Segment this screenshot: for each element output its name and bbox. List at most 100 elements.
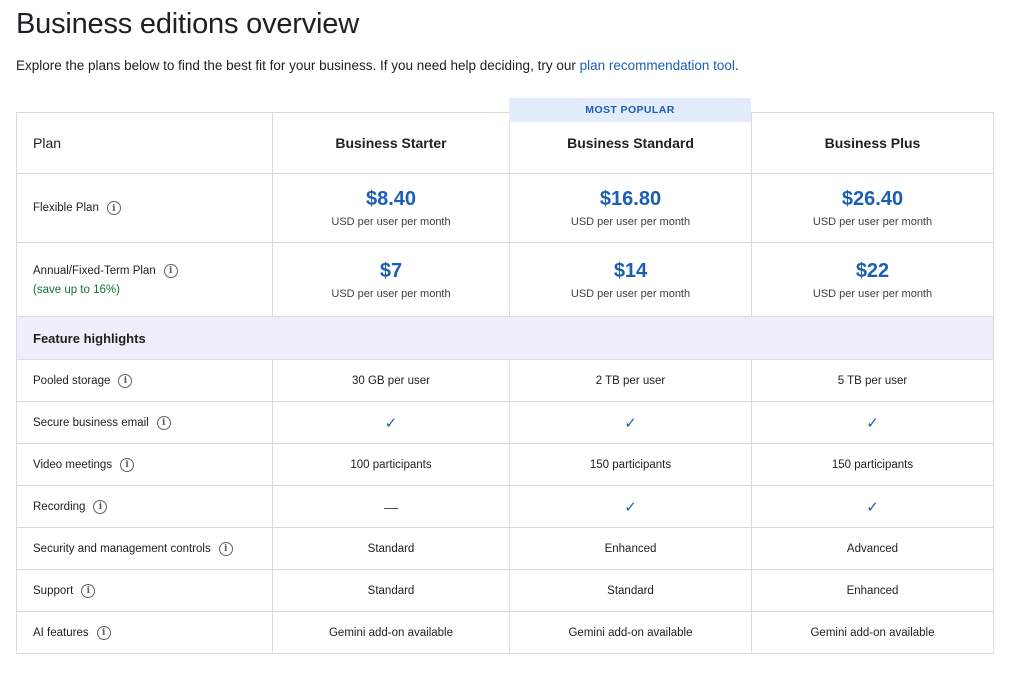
feature-label: Secure business email — [33, 416, 149, 429]
price: $26.40 — [841, 188, 904, 210]
feature-value-starter: Standard — [272, 569, 510, 612]
flexible-plan-row: Flexible Plan i $8.40 USD per user per mon… — [16, 173, 994, 243]
checkmark-icon: ✓ — [384, 414, 398, 432]
info-icon[interactable]: i — [118, 373, 133, 388]
feature-value-standard: Gemini add-on available — [509, 611, 752, 654]
flexible-price-plus: $26.40 USD per user per month — [751, 173, 994, 243]
feature-value: Enhanced — [604, 542, 657, 555]
intro-text: Explore the plans below to find the best… — [16, 58, 739, 73]
feature-value: Gemini add-on available — [328, 626, 454, 639]
price-unit: USD per user per month — [331, 287, 451, 300]
feature-value-starter: ✓ — [272, 401, 510, 444]
info-icon[interactable]: i — [163, 263, 178, 278]
feature-label: Recording — [33, 500, 86, 513]
feature-value-standard: Enhanced — [509, 527, 752, 570]
info-icon[interactable]: i — [156, 415, 171, 430]
annual-plan-label-cell: Annual/Fixed-Term Plan i (save up to 16%) — [16, 242, 273, 317]
feature-value: 2 TB per user — [595, 374, 666, 387]
info-icon[interactable]: i — [93, 499, 108, 514]
feature-value: 150 participants — [831, 458, 914, 471]
flexible-plan-label: Flexible Plan — [33, 202, 99, 214]
annual-price-starter: $7 USD per user per month — [272, 242, 510, 317]
info-icon[interactable]: i — [120, 457, 135, 472]
feature-value-plus: 150 participants — [751, 443, 994, 486]
feature-value-starter: 100 participants — [272, 443, 510, 486]
feature-value: Gemini add-on available — [568, 626, 693, 639]
feature-row: Recording i — ✓ ✓ — [16, 485, 994, 528]
feature-label-cell: Security and management controls i — [16, 527, 273, 570]
dash-icon: — — [384, 498, 398, 515]
feature-label: AI features — [33, 626, 89, 639]
feature-label-cell: AI features i — [16, 611, 273, 654]
feature-label-cell: Support i — [16, 569, 273, 612]
plan-name-starter: Business Starter — [272, 112, 510, 174]
price: $7 — [379, 259, 403, 282]
feature-value: 100 participants — [350, 458, 432, 471]
feature-label: Video meetings — [33, 458, 113, 471]
feature-value-standard: ✓ — [509, 485, 752, 528]
feature-value-plus: Gemini add-on available — [751, 611, 994, 654]
most-popular-badge: MOST POPULAR — [509, 98, 751, 122]
feature-highlights-heading: Feature highlights — [16, 316, 994, 360]
info-icon[interactable]: i — [218, 541, 233, 556]
plans-table: Plan Business Starter Business Standard … — [16, 112, 994, 654]
checkmark-icon: ✓ — [624, 414, 637, 432]
price-unit: USD per user per month — [812, 287, 933, 300]
plan-header-label: Plan — [16, 112, 273, 174]
page-title: Business editions overview — [16, 8, 359, 40]
feature-value-standard: 150 participants — [509, 443, 752, 486]
checkmark-icon: ✓ — [866, 498, 879, 516]
feature-value-plus: Enhanced — [751, 569, 994, 612]
feature-value: Standard — [607, 584, 654, 597]
annual-plan-label: Annual/Fixed-Term Plan — [33, 264, 156, 277]
feature-value-plus: ✓ — [751, 401, 994, 444]
feature-label: Security and management controls — [33, 542, 211, 555]
feature-value-starter: Gemini add-on available — [272, 611, 510, 654]
plan-recommendation-link[interactable]: plan recommendation tool — [580, 58, 735, 73]
feature-value-plus: 5 TB per user — [751, 359, 994, 402]
feature-value-plus: ✓ — [751, 485, 994, 528]
info-icon[interactable]: i — [81, 583, 96, 598]
checkmark-icon: ✓ — [866, 414, 879, 432]
feature-label-cell: Video meetings i — [16, 443, 273, 486]
feature-value-starter: 30 GB per user — [272, 359, 510, 402]
price-unit: USD per user per month — [570, 216, 691, 228]
feature-row: AI features i Gemini add-on available Gemin… — [16, 611, 994, 654]
plan-name-plus: Business Plus — [751, 112, 994, 174]
flexible-price-standard: $16.80 USD per user per month — [509, 173, 752, 243]
feature-value-standard: 2 TB per user — [509, 359, 752, 402]
annual-savings-note: (save up to 16%) — [33, 283, 120, 296]
price-unit: USD per user per month — [331, 216, 451, 228]
info-icon[interactable]: i — [106, 201, 121, 215]
intro-text-body: Explore the plans below to find the best… — [16, 58, 580, 73]
feature-value-plus: Advanced — [751, 527, 994, 570]
feature-value: 30 GB per user — [352, 374, 430, 387]
annual-price-plus: $22 USD per user per month — [751, 242, 994, 317]
feature-value: Standard — [367, 584, 415, 597]
feature-value-starter: — — [272, 485, 510, 528]
feature-row: Security and management controls i Standar… — [16, 527, 994, 570]
feature-value-standard: ✓ — [509, 401, 752, 444]
info-icon[interactable]: i — [96, 625, 111, 640]
feature-value: Enhanced — [846, 584, 899, 597]
price-unit: USD per user per month — [570, 287, 691, 300]
feature-value: Advanced — [846, 542, 899, 555]
feature-label-cell: Pooled storage i — [16, 359, 273, 402]
feature-value-starter: Standard — [272, 527, 510, 570]
feature-value: 5 TB per user — [837, 374, 908, 387]
annual-price-standard: $14 USD per user per month — [509, 242, 752, 317]
feature-value-standard: Standard — [509, 569, 752, 612]
feature-value: Standard — [367, 542, 415, 555]
feature-rows: Pooled storage i 30 GB per user 2 TB per us… — [16, 359, 994, 654]
price: $22 — [855, 259, 890, 282]
price-unit: USD per user per month — [812, 216, 933, 228]
feature-row: Support i Standard Standard Enhanced — [16, 569, 994, 612]
feature-row: Secure business email i ✓ ✓ ✓ — [16, 401, 994, 444]
feature-row: Video meetings i 100 participants 150 parti… — [16, 443, 994, 486]
page: Business editions overview Explore the p… — [0, 0, 1024, 683]
flexible-price-starter: $8.40 USD per user per month — [272, 173, 510, 243]
flexible-plan-label-cell: Flexible Plan i — [16, 173, 273, 243]
annual-plan-row: Annual/Fixed-Term Plan i (save up to 16%)… — [16, 242, 994, 317]
feature-highlights-row: Feature highlights — [16, 316, 994, 360]
price: $16.80 — [599, 188, 662, 210]
